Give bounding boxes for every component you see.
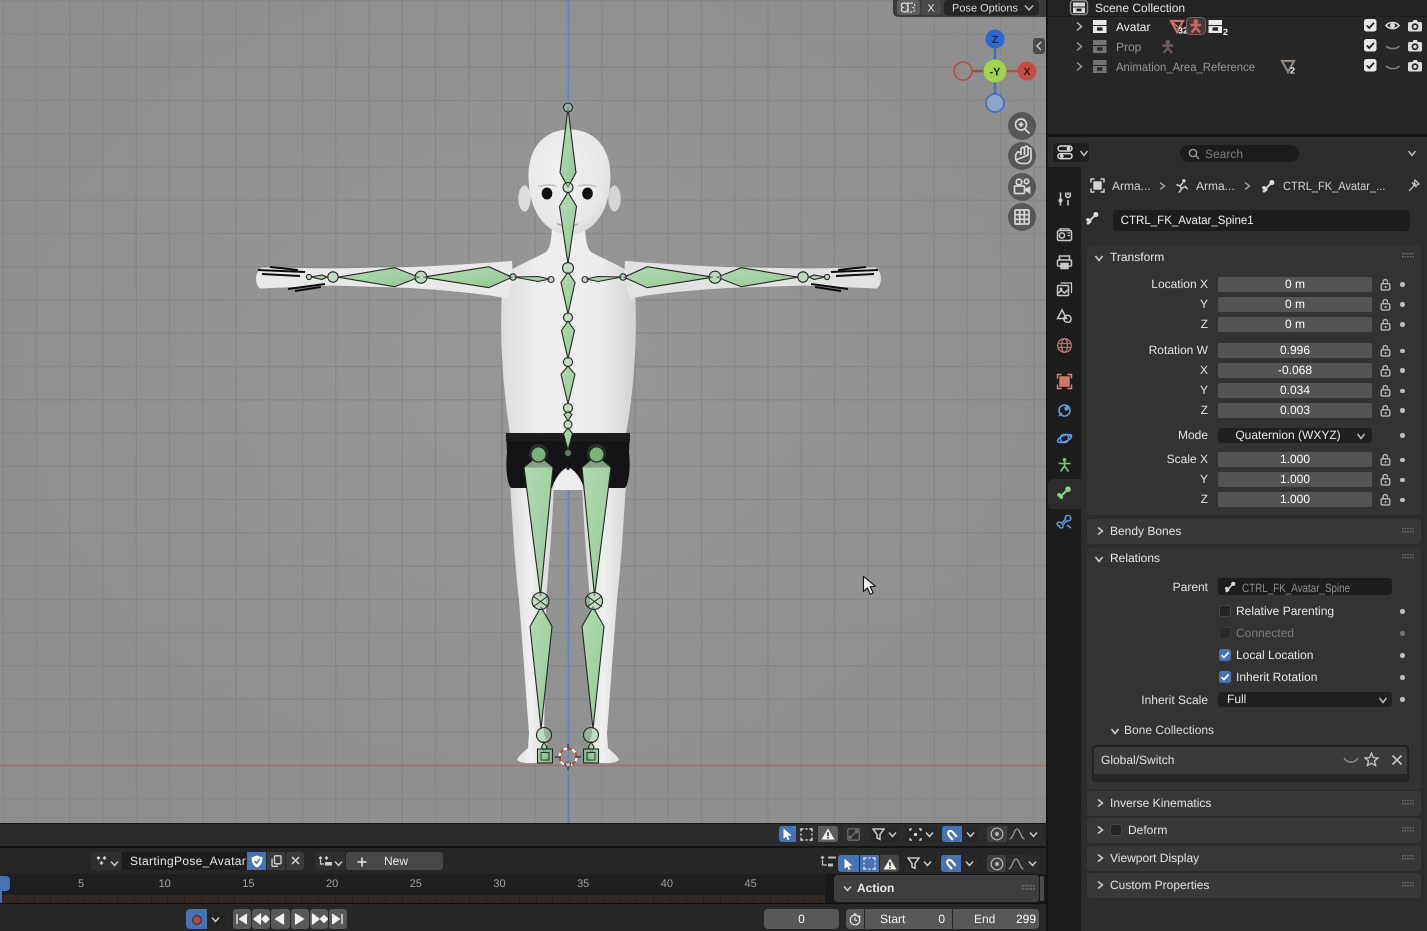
- svg-text:Avatar: Avatar: [1116, 20, 1150, 34]
- svg-text:Animation_Area_Reference: Animation_Area_Reference: [1116, 60, 1255, 74]
- svg-text:Z: Z: [992, 34, 999, 46]
- svg-text:-Y: -Y: [990, 67, 1002, 79]
- svg-text:X: X: [927, 3, 934, 15]
- svg-text:Prop: Prop: [1116, 40, 1142, 54]
- svg-text:Pose Options: Pose Options: [952, 3, 1019, 15]
- svg-text:2: 2: [1290, 66, 1295, 76]
- svg-text:X: X: [1023, 66, 1030, 78]
- svg-text:2: 2: [1223, 27, 1228, 37]
- svg-text:Scene Collection: Scene Collection: [1095, 1, 1185, 15]
